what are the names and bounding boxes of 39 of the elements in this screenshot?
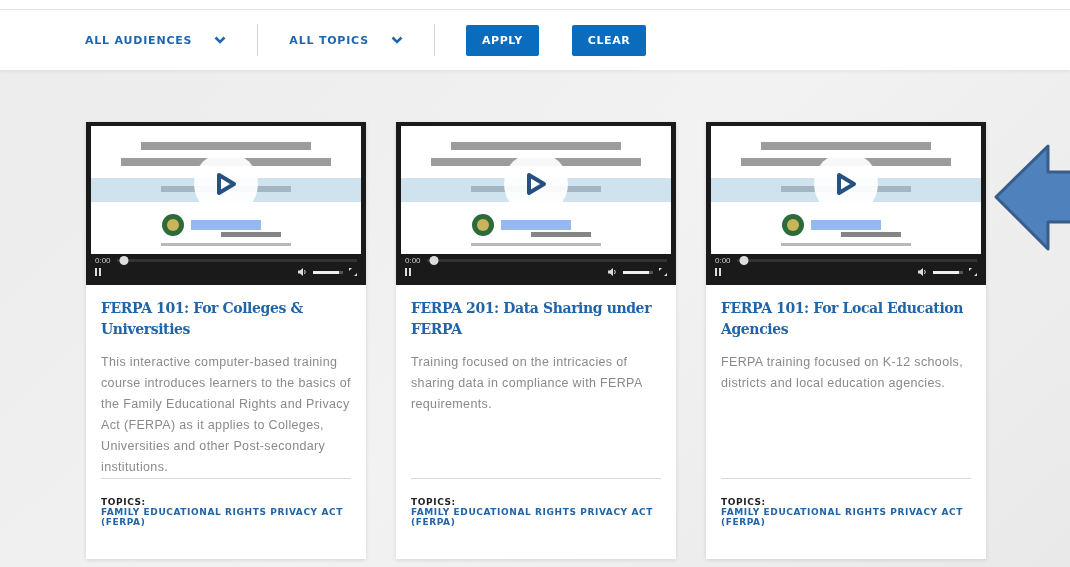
progress-thumb[interactable]	[119, 256, 129, 265]
time-label: 0:00	[95, 256, 111, 265]
play-icon	[835, 172, 857, 196]
chevron-down-icon	[390, 36, 403, 44]
clear-button[interactable]: CLEAR	[571, 24, 647, 56]
volume-slider[interactable]	[313, 270, 343, 274]
fullscreen-icon[interactable]	[349, 268, 357, 276]
topics-label: TOPICS:	[411, 497, 457, 507]
course-description: This interactive computer-based training course introduces learners to the basics of the Family Educational Rights and Privacy Act (FERPA) as it applies to Colleges, Universities and other Post-secondary institutions.	[101, 354, 351, 476]
fullscreen-icon[interactable]	[969, 268, 977, 276]
topics-label: TOPICS:	[721, 497, 767, 507]
time-label: 0:00	[405, 256, 421, 265]
course-title[interactable]: FERPA 101: For Colleges & Universities	[101, 298, 351, 340]
pause-icon[interactable]	[405, 268, 411, 276]
time-label: 0:00	[715, 256, 731, 265]
filter-dropdown[interactable]: ALL AUDIENCES	[85, 33, 227, 47]
play-icon	[525, 172, 547, 196]
chevron-down-icon	[214, 36, 227, 44]
speaker-icon[interactable]	[298, 268, 307, 276]
course-title[interactable]: FERPA 101: For Local Education Agencies	[721, 298, 971, 340]
speaker-icon[interactable]	[918, 268, 927, 276]
course-description: Training focused on the intricacies of sharing data in compliance with FERPA requirements.	[411, 354, 643, 413]
pause-icon[interactable]	[715, 268, 721, 276]
fullscreen-icon[interactable]	[659, 268, 667, 276]
speaker-icon[interactable]	[608, 268, 617, 276]
volume-slider[interactable]	[933, 270, 963, 274]
play-icon	[215, 172, 237, 196]
pause-icon[interactable]	[95, 268, 101, 276]
topic-link[interactable]: FAMILY EDUCATIONAL RIGHTS PRIVACY ACT (FERPA)	[411, 507, 661, 527]
progress-thumb[interactable]	[429, 256, 439, 265]
filter-dropdown[interactable]: ALL TOPICS	[289, 33, 403, 47]
topic-link[interactable]: FAMILY EDUCATIONAL RIGHTS PRIVACY ACT (FERPA)	[721, 507, 971, 527]
topics-label: TOPICS:	[101, 497, 147, 507]
volume-slider[interactable]	[623, 270, 653, 274]
course-description: FERPA training focused on K-12 schools, districts and local education agencies.	[721, 354, 964, 392]
course-title[interactable]: FERPA 201: Data Sharing under FERPA	[411, 298, 661, 340]
apply-button[interactable]: APPLY	[465, 24, 539, 56]
progress-thumb[interactable]	[739, 256, 749, 265]
topic-link[interactable]: FAMILY EDUCATIONAL RIGHTS PRIVACY ACT (FERPA)	[101, 507, 351, 527]
